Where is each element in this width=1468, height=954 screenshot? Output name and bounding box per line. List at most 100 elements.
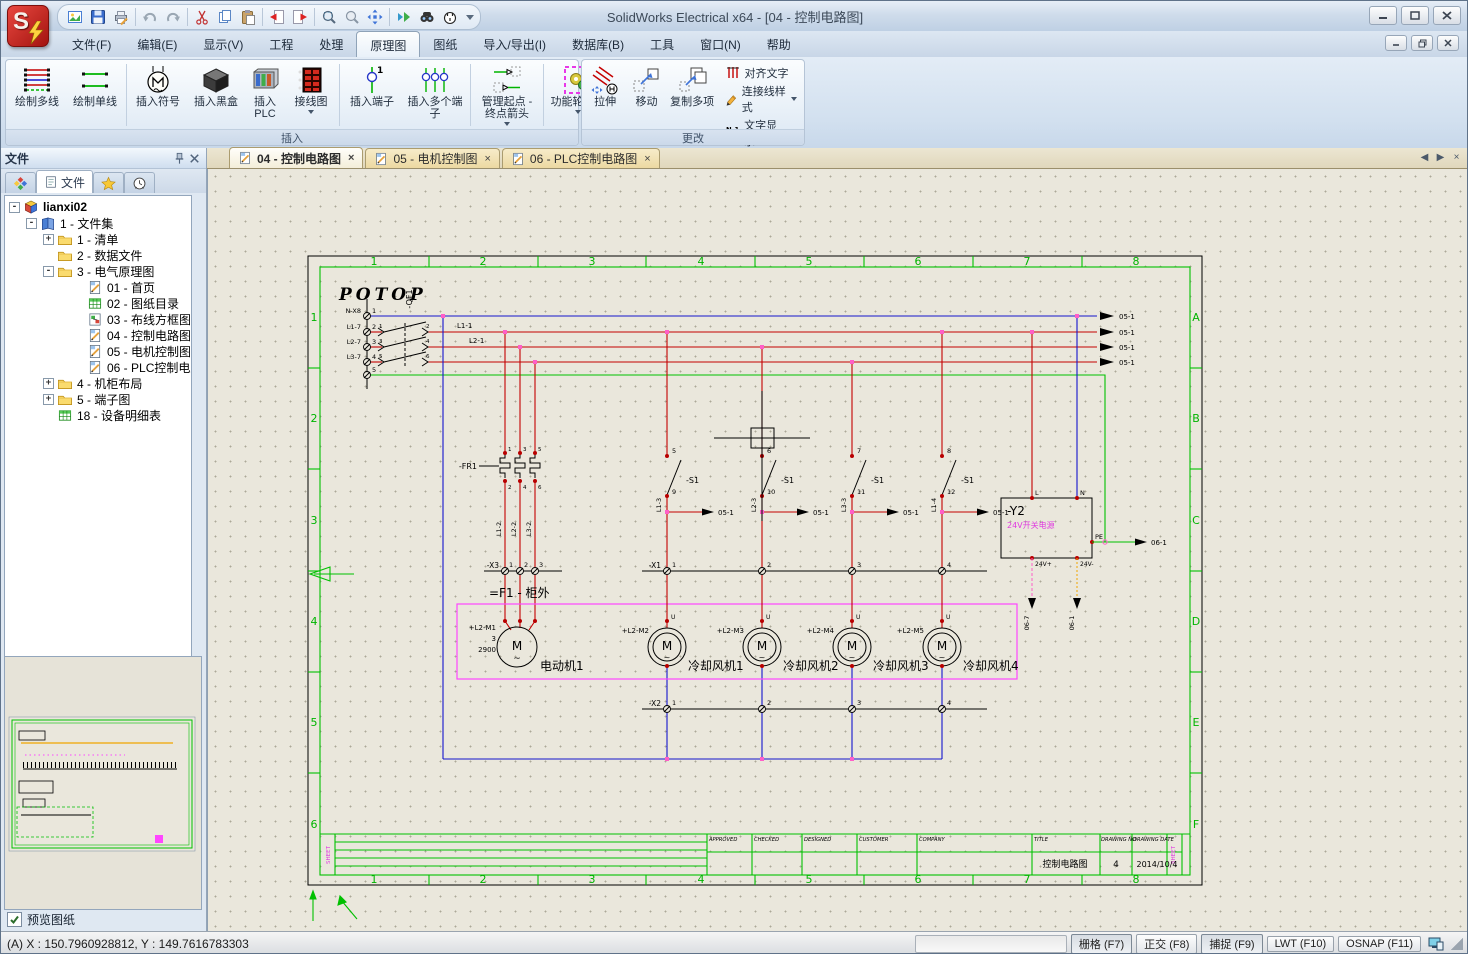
zoom-window-icon[interactable]	[318, 6, 340, 28]
plug-socket-icon[interactable]	[439, 6, 461, 28]
expander[interactable]: -	[43, 266, 54, 277]
pan-icon[interactable]	[364, 6, 386, 28]
monitor-icon[interactable]	[1427, 936, 1445, 952]
tab-recent[interactable]	[124, 172, 155, 193]
field-designed: DESIGNED	[804, 837, 831, 843]
tree-item-sheet-01[interactable]: 01 - 首页	[7, 279, 191, 295]
previous-sheet-icon[interactable]	[266, 6, 288, 28]
menu-help[interactable]: 帮助	[754, 31, 804, 57]
save-icon[interactable]	[87, 6, 109, 28]
tab-close-icon[interactable]: ×	[348, 152, 354, 164]
insert-terminal-button[interactable]: 插入端子	[342, 62, 402, 128]
grid-toggle[interactable]: 栅格 (F7)	[1071, 934, 1132, 954]
menu-view[interactable]: 显示(V)	[190, 31, 256, 57]
expander[interactable]: +	[43, 394, 54, 405]
tree-item-sheet-06[interactable]: 06 - PLC控制电路	[7, 359, 191, 375]
menu-database[interactable]: 数据库(B)	[559, 31, 637, 57]
manage-origin-destination-arrows-button[interactable]: 管理起点 - 终点箭头	[473, 62, 541, 128]
tree-item-schematics-folder[interactable]: -3 - 电气原理图	[7, 263, 191, 279]
tab-close-icon[interactable]: ×	[484, 153, 490, 165]
picture-icon[interactable]	[64, 6, 86, 28]
expander[interactable]: -	[26, 218, 37, 229]
stretch-button[interactable]: 拉伸	[584, 62, 626, 128]
find-icon[interactable]	[416, 6, 438, 28]
scroll-tabs-right-icon[interactable]: ▶	[1434, 151, 1447, 165]
motor-name: 冷却风机1	[688, 659, 744, 673]
field-checked: CHECKED	[754, 837, 779, 843]
expander[interactable]: +	[43, 234, 54, 245]
next-sheet-icon[interactable]	[289, 6, 311, 28]
tree-item-sheet-02[interactable]: 02 - 图纸目录	[7, 295, 191, 311]
tab-files[interactable]: 文件	[36, 170, 93, 193]
tree-item-lists[interactable]: +1 - 清单	[7, 231, 191, 247]
insert-symbol-button[interactable]: 插入符号	[129, 62, 187, 128]
expander[interactable]: +	[43, 378, 54, 389]
menu-file[interactable]: 文件(F)	[59, 31, 124, 57]
tree-item-sheet-05[interactable]: 05 - 电机控制图	[7, 343, 191, 359]
tree-item-sheet-04[interactable]: 04 - 控制电路图	[7, 327, 191, 343]
doc-minimize-button[interactable]	[1385, 35, 1407, 51]
panel-close-icon[interactable]	[187, 151, 202, 166]
wiring-diagram-button[interactable]: 接线图	[285, 62, 337, 128]
tab-favorites[interactable]	[93, 172, 124, 193]
menu-process[interactable]: 处理	[306, 31, 356, 57]
drawing-canvas[interactable]: 1 2 3 4 5 6 7 8 1 2 3 4 5 6 7 8 1	[207, 169, 1468, 931]
doc-tab-04[interactable]: 04 - 控制电路图×	[229, 147, 363, 168]
close-tab-icon[interactable]: ×	[1450, 151, 1463, 165]
minimize-button[interactable]	[1369, 6, 1397, 25]
tab-components[interactable]	[5, 172, 36, 193]
pin-icon[interactable]	[172, 151, 187, 166]
solidworks-logo[interactable]: S	[5, 3, 51, 49]
copy-icon[interactable]	[214, 6, 236, 28]
menu-edit[interactable]: 编辑(E)	[124, 31, 190, 57]
menu-drawing[interactable]: 图纸	[420, 31, 470, 57]
menu-tools[interactable]: 工具	[637, 31, 687, 57]
menu-project[interactable]: 工程	[256, 31, 306, 57]
tree-item-datafiles[interactable]: 2 - 数据文件	[7, 247, 191, 263]
close-button[interactable]	[1433, 6, 1461, 25]
undo-icon[interactable]	[139, 6, 161, 28]
component-tag: -QF1	[405, 289, 414, 308]
insert-blackbox-button[interactable]: 插入黑盒	[187, 62, 245, 128]
doc-tab-05[interactable]: 05 - 电机控制图×	[365, 148, 499, 168]
doc-restore-button[interactable]	[1411, 35, 1433, 51]
insert-plc-button[interactable]: 插入 PLC	[245, 62, 285, 128]
insert-multiple-terminals-button[interactable]: 插入多个端子	[402, 62, 468, 128]
scroll-tabs-left-icon[interactable]: ◀	[1418, 151, 1431, 165]
doc-close-button[interactable]	[1437, 35, 1459, 51]
tree-item-equipment-list[interactable]: 18 - 设备明细表	[7, 407, 191, 423]
preview-checkbox[interactable]: 预览图纸	[7, 911, 75, 928]
toolbar-options-icon[interactable]	[466, 15, 474, 20]
cut-icon[interactable]	[191, 6, 213, 28]
doc-tab-06[interactable]: 06 - PLC控制电路图×	[502, 148, 660, 168]
tab-close-icon[interactable]: ×	[644, 153, 650, 165]
resize-grip[interactable]	[1451, 938, 1463, 950]
redo-icon[interactable]	[162, 6, 184, 28]
col-label: 1	[371, 873, 378, 886]
draw-singlewire-button[interactable]: 绘制单线	[66, 62, 124, 128]
tree-item-sheet-03[interactable]: 03 - 布线方框图	[7, 311, 191, 327]
maximize-button[interactable]	[1401, 6, 1429, 25]
menu-window[interactable]: 窗口(N)	[687, 31, 754, 57]
expander[interactable]: -	[9, 202, 20, 213]
menu-schematic[interactable]: 原理图	[356, 31, 420, 57]
tree-item-fileset[interactable]: -1 - 文件集	[7, 215, 191, 231]
wire-style-button[interactable]: 连接线样式	[722, 82, 800, 116]
ortho-toggle[interactable]: 正交 (F8)	[1136, 934, 1197, 954]
snap-toggle[interactable]: 捕捉 (F9)	[1201, 934, 1262, 954]
navigate-icon[interactable]	[393, 6, 415, 28]
paste-icon[interactable]	[237, 6, 259, 28]
zoom-previous-icon[interactable]	[341, 6, 363, 28]
align-text-button[interactable]: 对齐文字	[722, 64, 800, 82]
lwt-toggle[interactable]: LWT (F10)	[1267, 936, 1335, 952]
tree-item-terminal-drawings[interactable]: +5 - 端子图	[7, 391, 191, 407]
draw-multiwire-button[interactable]: 绘制多线	[8, 62, 66, 128]
osnap-toggle[interactable]: OSNAP (F11)	[1338, 936, 1421, 952]
titleblock-number: 4	[1113, 860, 1119, 870]
copy-multiple-button[interactable]: 复制多项	[667, 62, 718, 128]
move-button[interactable]: 移动	[626, 62, 666, 128]
tree-item-project-root[interactable]: -lianxi02	[7, 199, 191, 215]
menu-import-export[interactable]: 导入/导出(I)	[470, 31, 559, 57]
tree-item-cabinet-layout[interactable]: +4 - 机柜布局	[7, 375, 191, 391]
print-icon[interactable]	[110, 6, 132, 28]
